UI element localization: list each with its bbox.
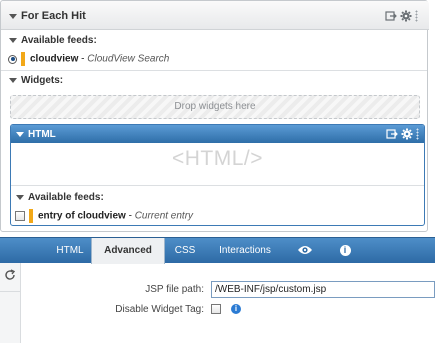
feed-description: CloudView Search [87, 53, 170, 65]
feed-radio[interactable] [8, 54, 17, 64]
editor-left-strip [0, 263, 21, 343]
widgets-label: Widgets: [21, 75, 64, 86]
drop-zone-text: Drop widgets here [174, 101, 256, 112]
collapse-caret-icon[interactable] [9, 37, 17, 43]
widget-drop-zone[interactable]: Drop widgets here [10, 95, 420, 119]
feed-option-cloudview[interactable]: cloudview - CloudView Search [8, 52, 169, 66]
collapse-caret-icon[interactable] [9, 13, 17, 19]
info-icon: i [339, 244, 351, 256]
refresh-icon[interactable] [4, 269, 16, 284]
tab-html[interactable]: HTML [50, 238, 90, 264]
tab-info[interactable]: i [330, 238, 360, 264]
section-divider [11, 185, 424, 186]
feed-marker [21, 52, 25, 66]
drag-handle-icon[interactable] [416, 128, 419, 140]
tab-interactions[interactable]: Interactions [207, 238, 283, 264]
drag-handle-icon[interactable] [415, 10, 418, 22]
gear-icon[interactable] [400, 9, 412, 23]
tab-advanced[interactable]: Advanced [91, 238, 165, 264]
for-each-hit-header[interactable]: For Each Hit [1, 1, 429, 30]
html-widget-header[interactable]: HTML [11, 125, 424, 143]
jsp-path-label: JSP file path: [145, 284, 204, 295]
collapse-caret-icon[interactable] [16, 131, 24, 137]
strip-divider [0, 291, 21, 292]
feed-option-entry[interactable]: entry of cloudview - Current entry [15, 209, 193, 223]
feed-name: entry of cloudview [38, 210, 126, 222]
feed-description: Current entry [134, 210, 194, 222]
feed-separator: - [125, 210, 135, 222]
for-each-hit-panel: For Each Hit Available feeds: cloudview … [0, 0, 429, 232]
tab-css[interactable]: CSS [165, 238, 205, 264]
jsp-path-input[interactable] [211, 281, 435, 298]
export-icon[interactable] [386, 127, 398, 141]
collapse-caret-icon[interactable] [9, 77, 17, 83]
feed-checkbox[interactable] [15, 211, 25, 221]
eye-icon [298, 246, 312, 255]
info-icon[interactable]: i [231, 304, 241, 314]
disable-widget-tag-checkbox[interactable] [211, 304, 221, 314]
panel-header-actions [385, 9, 419, 23]
panel-title: For Each Hit [21, 10, 86, 22]
disable-widget-tag-label: Disable Widget Tag: [115, 304, 204, 315]
section-divider [1, 70, 427, 71]
tab-preview[interactable] [290, 238, 320, 264]
feed-marker [29, 209, 33, 223]
export-icon[interactable] [385, 9, 397, 23]
available-feeds-label: Available feeds: [28, 192, 104, 203]
available-feeds-label: Available feeds: [21, 35, 97, 46]
collapse-caret-icon[interactable] [16, 194, 24, 200]
gear-icon[interactable] [401, 127, 413, 141]
html-placeholder: <HTML/> [171, 147, 264, 170]
widget-title: HTML [28, 129, 56, 140]
widget-header-actions [386, 127, 420, 141]
editor-tab-bar: HTML Advanced CSS Interactions i [0, 237, 435, 264]
html-widget[interactable]: HTML <HTML/> Available feeds: entry of c… [10, 124, 425, 226]
feed-name: cloudview [30, 53, 79, 65]
feed-separator: - [78, 53, 88, 65]
